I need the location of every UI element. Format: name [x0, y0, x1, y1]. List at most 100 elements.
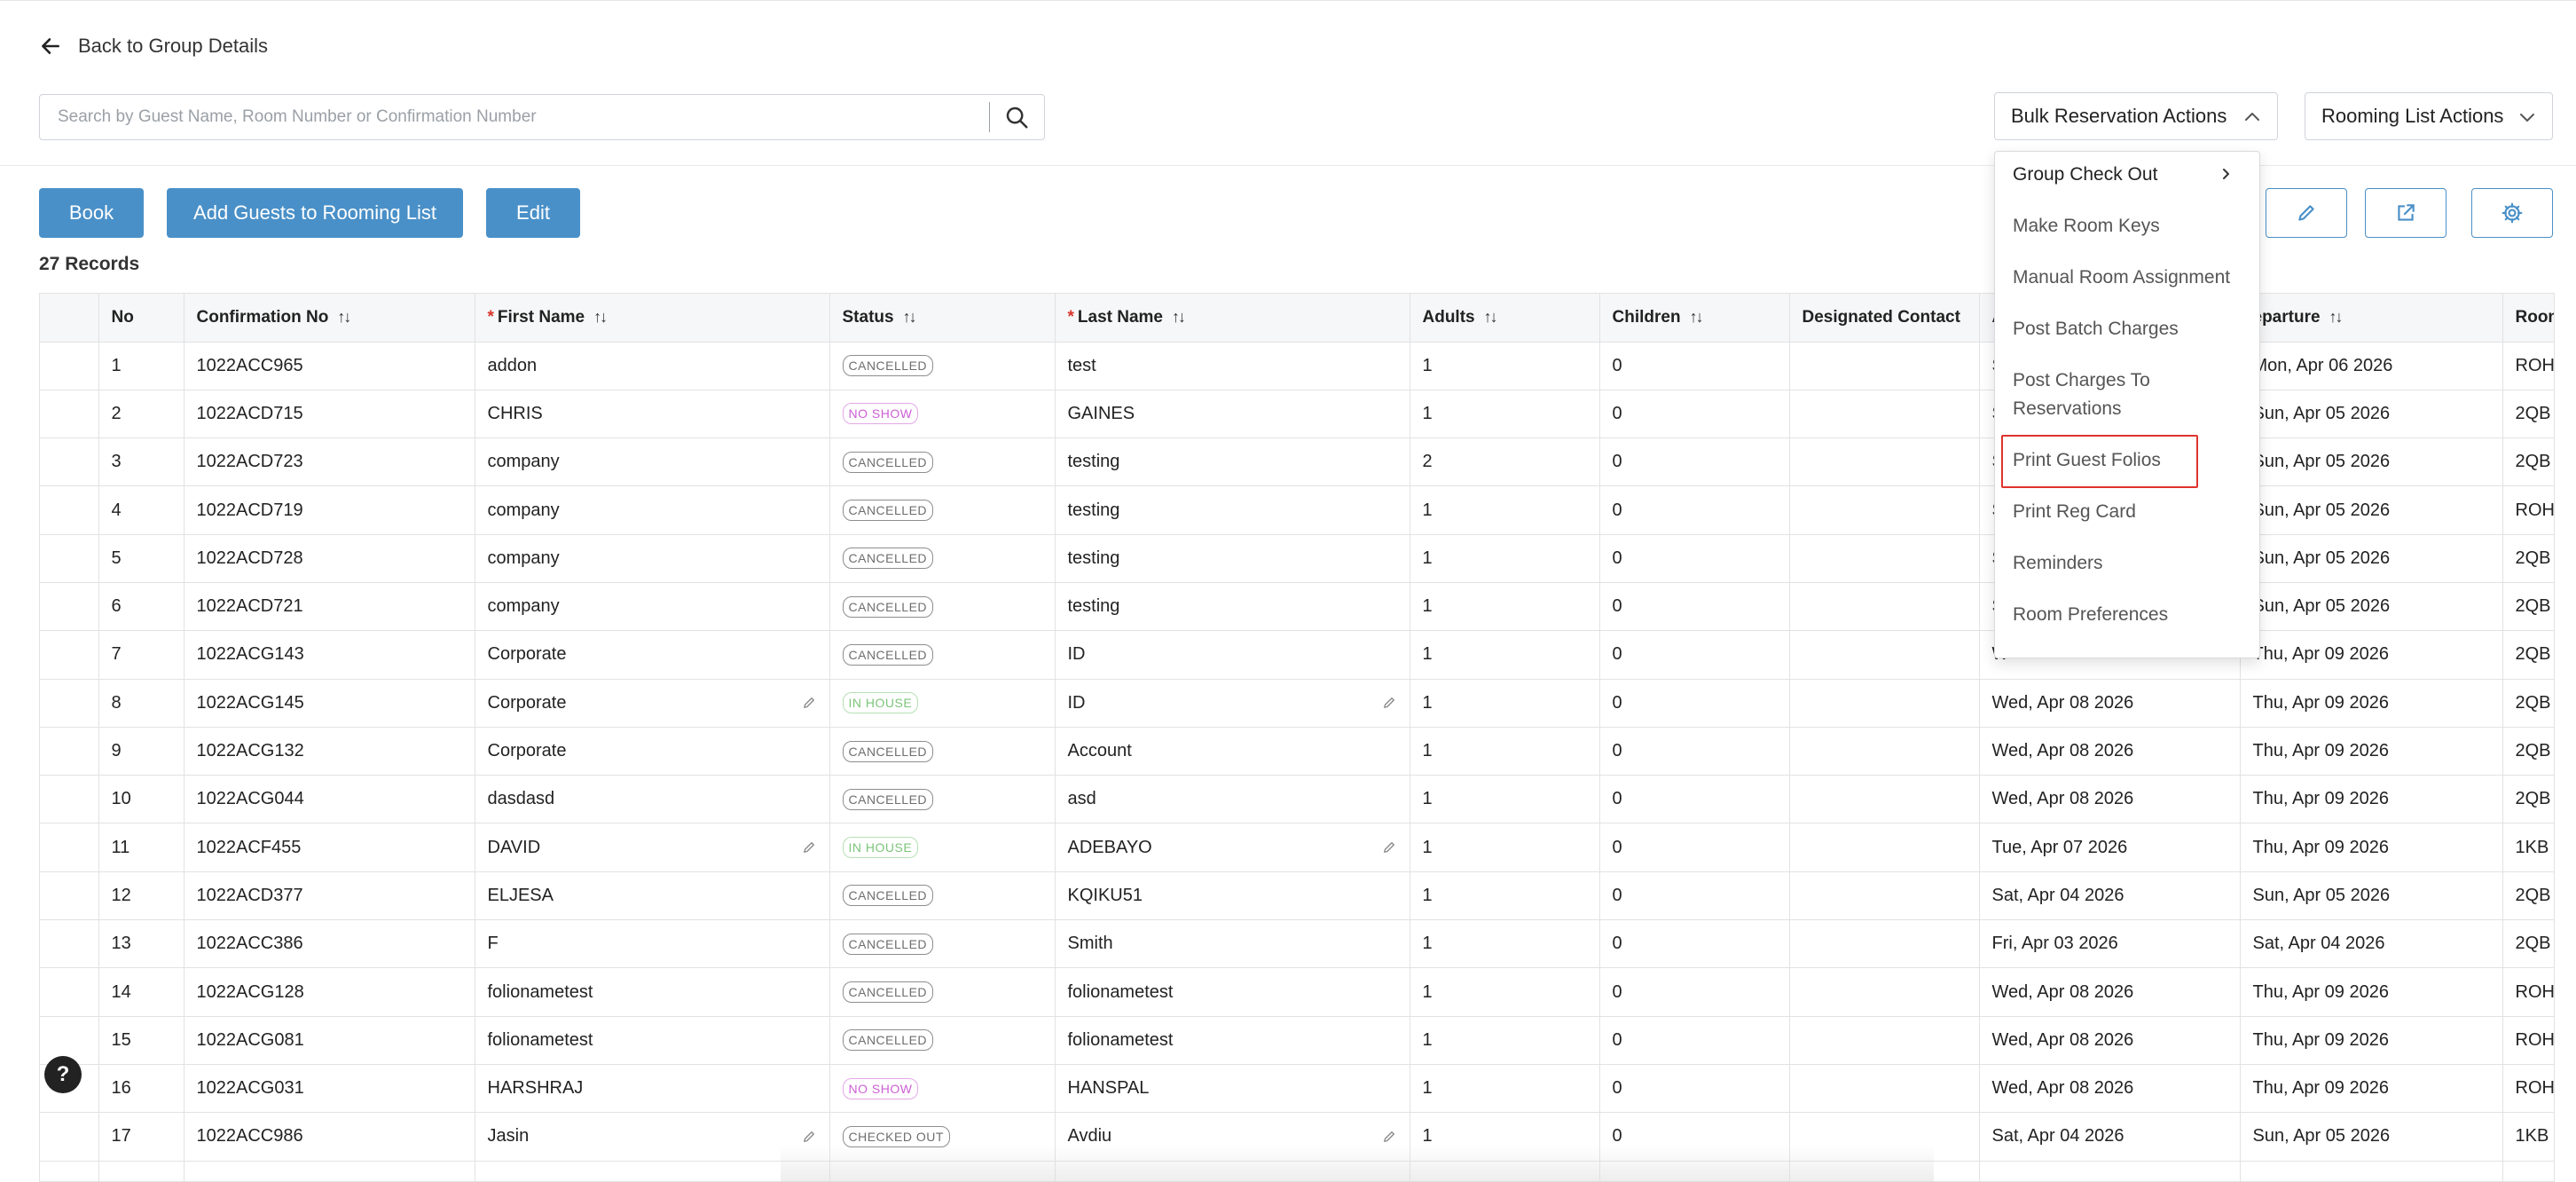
- menu-item-group-check-out[interactable]: Group Check Out: [2013, 161, 2157, 189]
- table-row[interactable]: 10 1022ACG044 dasdasd CANCELLED asd 1 0 Wed, Ap…: [40, 775, 2554, 824]
- row-select-cell[interactable]: [40, 727, 99, 776]
- cell-arrival: Sat, Apr 04 2026: [1979, 871, 2241, 921]
- pencil-icon[interactable]: [801, 839, 817, 855]
- cell-confirmation[interactable]: 1022ACD728: [184, 534, 475, 583]
- cell-confirmation[interactable]: 1022ACD723: [184, 437, 475, 487]
- edit-pencil-button[interactable]: [2266, 188, 2347, 238]
- edit-button[interactable]: Edit: [486, 188, 580, 238]
- sort-icon[interactable]: ↑↓: [903, 308, 917, 327]
- cell-departure: Sun, Apr 05 2026: [2240, 485, 2503, 535]
- table-row[interactable]: 17 1022ACC986 Jasin CHECKED OUT Avdiu 1 0 Sat, …: [40, 1112, 2554, 1162]
- row-select-cell[interactable]: [40, 630, 99, 680]
- cell-confirmation[interactable]: 1022ACG044: [184, 775, 475, 824]
- status-badge: IN HOUSE: [842, 692, 919, 714]
- cell-confirmation[interactable]: 1022ACD721: [184, 582, 475, 632]
- row-select-cell[interactable]: [40, 679, 99, 728]
- table-row[interactable]: 13 1022ACC386 F CANCELLED Smith 1 0 Fri, Apr 03…: [40, 919, 2554, 969]
- back-to-group-details-link[interactable]: Back to Group Details: [39, 32, 268, 60]
- row-select-cell[interactable]: [40, 437, 99, 487]
- cell-confirmation[interactable]: 1022ACD715: [184, 390, 475, 439]
- cell-confirmation[interactable]: 1022ACG031: [184, 1064, 475, 1114]
- sort-icon[interactable]: ↑↓: [1690, 308, 1704, 327]
- cell-no: 13: [98, 919, 185, 969]
- rooming-list-actions-dropdown[interactable]: Rooming List Actions: [2305, 92, 2553, 140]
- cell-departure: Sat, Apr 04 2026: [2240, 919, 2503, 969]
- row-select-cell[interactable]: [40, 342, 99, 390]
- row-select-cell[interactable]: [40, 485, 99, 535]
- col-children[interactable]: Children ↑↓: [1599, 294, 1790, 343]
- cell-confirmation[interactable]: 1022ACG143: [184, 630, 475, 680]
- cell-room: ROH: [2502, 342, 2554, 390]
- pencil-icon[interactable]: [801, 1129, 817, 1145]
- row-select-cell[interactable]: [40, 1112, 99, 1162]
- row-select-cell[interactable]: [40, 534, 99, 583]
- row-select-cell[interactable]: [40, 775, 99, 824]
- pencil-icon[interactable]: [1381, 695, 1397, 711]
- pencil-icon[interactable]: [1381, 839, 1397, 855]
- cell-confirmation[interactable]: 1022ACC965: [184, 342, 475, 390]
- cell-confirmation[interactable]: 1022ACC986: [184, 1112, 475, 1162]
- cell-last-name: GAINES: [1055, 390, 1410, 439]
- export-button[interactable]: [2365, 188, 2446, 238]
- sort-icon[interactable]: ↑↓: [2329, 308, 2344, 327]
- table-row[interactable]: 11 1022ACF455 DAVID IN HOUSE ADEBAYO 1 0 Tue, A…: [40, 823, 2554, 872]
- row-select-cell[interactable]: [40, 582, 99, 632]
- cell-status: NO SHOW: [829, 1064, 1056, 1114]
- cell-no: 1: [98, 342, 185, 390]
- cell-confirmation[interactable]: 1022ACD377: [184, 871, 475, 921]
- menu-item-post-batch-charges[interactable]: Post Batch Charges: [2013, 315, 2179, 343]
- table-row[interactable]: 9 1022ACG132 Corporate CANCELLED Account 1 0 We…: [40, 727, 2554, 776]
- sort-icon[interactable]: ↑↓: [1172, 308, 1186, 327]
- col-confirmation[interactable]: Confirmation No ↑↓: [184, 294, 475, 343]
- col-last-name[interactable]: * Last Name ↑↓: [1055, 294, 1410, 343]
- row-select-cell[interactable]: [40, 871, 99, 921]
- row-select-cell[interactable]: [40, 967, 99, 1017]
- bulk-reservation-actions-dropdown[interactable]: Bulk Reservation Actions: [1994, 92, 2278, 140]
- row-select-cell[interactable]: [40, 823, 99, 872]
- sort-icon[interactable]: ↑↓: [1484, 308, 1498, 327]
- cell-children: 0: [1599, 630, 1790, 680]
- cell-confirmation[interactable]: 1022ACC386: [184, 919, 475, 969]
- cell-first-name: company: [475, 534, 830, 583]
- table-row[interactable]: [40, 1161, 2554, 1181]
- col-first-name[interactable]: * First Name ↑↓: [475, 294, 830, 343]
- add-guests-button[interactable]: Add Guests to Rooming List: [167, 188, 463, 238]
- cell-confirmation[interactable]: 1022ACF455: [184, 823, 475, 872]
- cell-first-name: F: [475, 919, 830, 969]
- table-row[interactable]: 8 1022ACG145 Corporate IN HOUSE ID 1 0 Wed, Apr…: [40, 679, 2554, 728]
- menu-item-print-reg-card[interactable]: Print Reg Card: [2013, 498, 2136, 526]
- menu-item-room-preferences[interactable]: Room Preferences: [2013, 601, 2168, 629]
- cell-confirmation[interactable]: 1022ACG081: [184, 1016, 475, 1065]
- menu-item-reminders[interactable]: Reminders: [2013, 549, 2103, 578]
- col-status[interactable]: Status ↑↓: [829, 294, 1056, 343]
- menu-item-post-charges-to-reservations[interactable]: Post Charges To Reservations: [2013, 366, 2150, 423]
- search-icon[interactable]: [1003, 104, 1030, 130]
- menu-item-make-room-keys[interactable]: Make Room Keys: [2013, 212, 2160, 240]
- cell-designated-contact: [1789, 679, 1980, 728]
- table-row[interactable]: 15 1022ACG081 folionametest CANCELLED folion…: [40, 1016, 2554, 1065]
- search-input[interactable]: [40, 95, 989, 139]
- help-button[interactable]: ?: [44, 1056, 82, 1093]
- settings-button[interactable]: [2471, 188, 2553, 238]
- cell-last-name: testing: [1055, 534, 1410, 583]
- pencil-icon[interactable]: [801, 695, 817, 711]
- table-row[interactable]: 12 1022ACD377 ELJESA CANCELLED KQIKU51 1 0 Sat,…: [40, 871, 2554, 921]
- book-button[interactable]: Book: [39, 188, 144, 238]
- col-adults[interactable]: Adults ↑↓: [1410, 294, 1600, 343]
- col-departure[interactable]: eparture ↑↓: [2240, 294, 2503, 343]
- table-row[interactable]: 14 1022ACG128 folionametest CANCELLED folion…: [40, 967, 2554, 1017]
- sort-icon[interactable]: ↑↓: [337, 308, 351, 327]
- sort-icon[interactable]: ↑↓: [593, 308, 608, 327]
- status-badge: CANCELLED: [842, 933, 934, 955]
- table-row[interactable]: 16 1022ACG031 HARSHRAJ NO SHOW HANSPAL 1 0 Wed,…: [40, 1064, 2554, 1114]
- pencil-icon[interactable]: [1381, 1129, 1397, 1145]
- cell-confirmation[interactable]: 1022ACG145: [184, 679, 475, 728]
- menu-item-manual-room-assignment[interactable]: Manual Room Assignment: [2013, 264, 2230, 292]
- cell-confirmation[interactable]: 1022ACG128: [184, 967, 475, 1017]
- menu-item-print-guest-folios[interactable]: Print Guest Folios: [2013, 446, 2161, 475]
- row-select-cell[interactable]: [40, 919, 99, 969]
- cell-confirmation[interactable]: 1022ACG132: [184, 727, 475, 776]
- row-select-cell[interactable]: [40, 390, 99, 439]
- status-badge: CANCELLED: [842, 595, 934, 618]
- cell-confirmation[interactable]: 1022ACD719: [184, 485, 475, 535]
